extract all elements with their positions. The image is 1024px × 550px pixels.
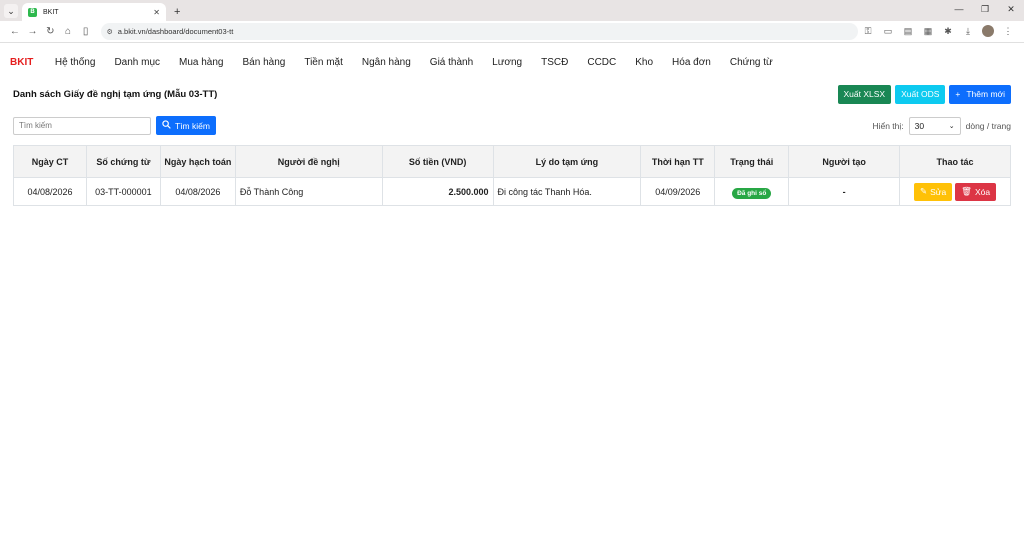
nav-item-chung-tu[interactable]: Chứng từ [730,57,773,68]
add-new-label: Thêm mới [966,89,1005,99]
menu-icon[interactable]: ⋮ [998,26,1018,37]
cell-ly-do: Đi công tác Thanh Hóa. [492,177,642,206]
avatar [982,24,994,37]
extension-icon[interactable]: ✱ [938,26,958,37]
cell-trang-thai: Đã ghi sổ [714,177,790,206]
page-size-value: 30 [914,120,925,131]
favicon-icon: B [28,7,37,17]
cell-so-tien: 2.500.000 [381,177,494,206]
home-icon[interactable]: ⌂ [59,26,77,37]
col-ngay-ct[interactable]: Ngày CT [13,145,87,178]
pencil-icon: ✎ [919,186,928,196]
col-so-tien[interactable]: Số tiền (VND) [381,145,494,178]
nav-item-kho[interactable]: Kho [635,57,653,68]
new-tab-icon[interactable]: + [174,6,180,18]
close-tab-icon[interactable]: ✕ [153,8,160,17]
browser-extension-icons: ⚿ ▭ ▤ ▦ ✱ ⤓ ⋮ [858,24,1018,39]
nav-item-luong[interactable]: Lương [492,57,522,68]
search-icon [162,120,171,131]
col-thoi-han[interactable]: Thời hạn TT [640,145,716,178]
search-input[interactable]: Tìm kiếm [13,116,151,135]
delete-label: Xóa [974,186,991,197]
page-header: Danh sách Giấy đề nghị tạm ứng (Mẫu 03-T… [13,84,1011,104]
documents-table: Ngày CT Số chứng từ Ngày hạch toán Người… [13,145,1011,206]
minimize-icon[interactable]: — [946,0,972,21]
col-ly-do[interactable]: Lý do tạm ứng [492,145,642,178]
nav-item-ban-hang[interactable]: Bán hàng [243,57,286,68]
cell-nguoi-de-nghi: Đỗ Thành Công [234,177,383,206]
header-actions: Xuất XLSX Xuất ODS + Thêm mới [834,84,1011,104]
search-button-label: Tìm kiếm [175,120,210,131]
nav-item-ccdc[interactable]: CCDC [587,57,616,68]
back-icon[interactable]: ← [6,26,24,37]
main-nav: BKIT Hệ thống Danh mục Mua hàng Bán hàng… [0,46,1024,78]
plus-icon: + [955,89,961,99]
nav-item-danh-muc[interactable]: Danh mục [114,57,160,68]
key-icon[interactable]: ⚿ [858,26,878,37]
cell-thoi-han: 04/09/2026 [640,177,716,206]
search-row: Tìm kiếm Tìm kiếm Hiển thị: 30 ⌄ dòng / … [13,116,1011,135]
cell-ngay-hach-toan: 04/08/2026 [159,177,236,206]
cell-ngay-ct: 04/08/2026 [13,177,87,206]
page-size-control: Hiển thị: 30 ⌄ dòng / trang [872,116,1011,135]
cell-so-chung-tu: 03-TT-000001 [85,177,161,206]
nav-item-gia-thanh[interactable]: Giá thành [430,57,473,68]
url-text: a.bkit.vn/dashboard/document03-tt [117,27,234,36]
col-thao-tac: Thao tác [899,145,1011,178]
profile-icon[interactable] [978,24,998,39]
export-ods-button[interactable]: Xuất ODS [895,84,946,104]
tab-title: BKIT [43,8,59,16]
table-header-row: Ngày CT Số chứng từ Ngày hạch toán Người… [13,145,1011,178]
nav-item-he-thong[interactable]: Hệ thống [55,57,96,68]
nav-item-mua-hang[interactable]: Mua hàng [179,57,223,68]
restore-icon[interactable]: ❐ [972,0,998,21]
add-new-button[interactable]: + Thêm mới [949,84,1011,104]
browser-tab[interactable]: B BKIT ✕ [22,3,166,21]
brand-logo[interactable]: BKIT [10,57,33,68]
per-page-label: dòng / trang [965,120,1011,131]
edit-button[interactable]: ✎ Sửa [913,182,953,201]
sidebar-icon[interactable]: ▯ [77,26,95,37]
close-window-icon[interactable]: ✕ [998,0,1024,21]
col-nguoi-de-nghi[interactable]: Người đề nghị [234,145,383,178]
nav-item-hoa-don[interactable]: Hóa đơn [672,57,711,68]
edit-label: Sửa [930,186,947,197]
delete-button[interactable]: 🗑 Xóa [955,182,997,201]
cell-nguoi-tao: - [788,177,901,206]
page-size-select[interactable]: 30 ⌄ [908,116,961,135]
status-badge: Đã ghi sổ [732,187,772,199]
col-nguoi-tao[interactable]: Người tạo [788,145,901,178]
browser-toolbar: ← → ↻ ⌂ ▯ ⚙ a.bkit.vn/dashboard/document… [0,21,1024,43]
tab-search-icon[interactable]: ⌄ [4,4,18,18]
search-button[interactable]: Tìm kiếm [156,116,216,135]
browser-tabbar: ⌄ B BKIT ✕ + — ❐ ✕ [0,0,1024,21]
col-ngay-hach-toan[interactable]: Ngày hạch toán [159,145,236,178]
table-row[interactable]: 04/08/2026 03-TT-000001 04/08/2026 Đỗ Th… [13,177,1011,206]
address-bar[interactable]: ⚙ a.bkit.vn/dashboard/document03-tt [100,23,858,40]
site-info-icon[interactable]: ⚙ [107,28,113,36]
reload-icon[interactable]: ↻ [41,26,59,37]
cell-thao-tac: ✎ Sửa 🗑 Xóa [899,177,1011,206]
page-title: Danh sách Giấy đề nghị tạm ứng (Mẫu 03-T… [13,88,218,100]
nav-item-tscd[interactable]: TSCĐ [541,57,568,68]
downloads-icon[interactable]: ⤓ [958,26,978,37]
show-label: Hiển thị: [872,120,904,131]
page-content: Danh sách Giấy đề nghị tạm ứng (Mẫu 03-T… [0,84,1024,206]
nav-item-ngan-hang[interactable]: Ngân hàng [362,57,411,68]
export-xlsx-button[interactable]: Xuất XLSX [837,84,892,104]
window-controls: — ❐ ✕ [946,0,1024,21]
col-so-chung-tu[interactable]: Số chứng từ [85,145,161,178]
reading-mode-icon[interactable]: ▤ [898,26,918,37]
nav-item-tien-mat[interactable]: Tiền mặt [304,57,343,68]
card-icon[interactable]: ▭ [878,26,898,37]
tab-strip-icon[interactable]: ▦ [918,26,938,37]
col-trang-thai[interactable]: Trạng thái [714,145,790,178]
trash-icon: 🗑 [961,186,972,196]
forward-icon[interactable]: → [24,26,42,37]
chevron-down-icon: ⌄ [948,122,955,130]
